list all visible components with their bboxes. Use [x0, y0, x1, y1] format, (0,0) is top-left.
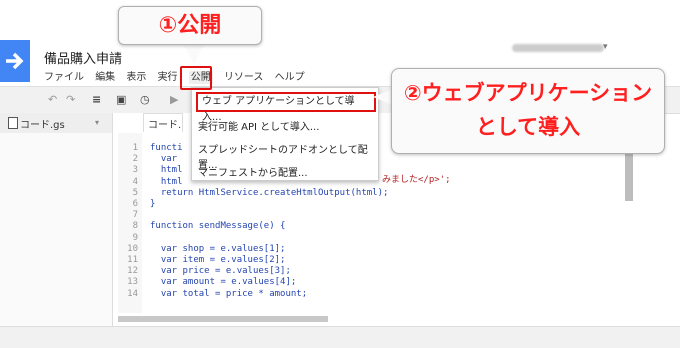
arrow-right-icon [6, 52, 24, 70]
code-line: 5 return HtmlService.createHtmlOutput(ht… [124, 187, 389, 198]
callout-2-pointer [373, 89, 393, 105]
code-text: var price = e.values[3]; [150, 266, 291, 277]
callout-step-2: ②ウェブアプリケーション として導入 [391, 68, 665, 154]
line-number: 2 [132, 154, 138, 165]
code-text: function sendMessage(e) { [150, 221, 286, 232]
code-line: 14 var total = price * amount; [124, 289, 307, 299]
line-number: 14 [127, 288, 138, 299]
callout-step-1: ①公開 [118, 6, 262, 45]
line-number: 6 [132, 199, 138, 209]
triggers-clock-icon[interactable]: ◷ [140, 93, 150, 106]
line-number: 7 [132, 210, 138, 221]
line-number: 12 [127, 266, 138, 277]
code-line: 3 html [124, 165, 183, 175]
line-number: 1 [132, 143, 138, 153]
run-icon[interactable]: ▶ [170, 93, 178, 106]
code-line: 7 [124, 210, 150, 220]
project-title[interactable]: 備品購入申請 [44, 48, 122, 67]
file-caret-icon[interactable]: ▾ [95, 118, 99, 127]
menu-item-deploy-web-app[interactable]: ウェブ アプリケーションとして導入... [196, 92, 376, 123]
callout-2-line-2: として導入 [475, 115, 581, 139]
callout-1-pointer [182, 42, 206, 64]
line-number: 13 [127, 277, 138, 288]
code-text: } [150, 199, 156, 209]
redo-icon[interactable]: ↷ [66, 93, 75, 106]
code-text: var [150, 154, 178, 165]
account-email-blurred[interactable] [512, 44, 604, 52]
menu-resources[interactable]: リソース [224, 72, 264, 83]
code-text: html [150, 165, 183, 176]
menubar: ファイル 編集 表示 実行 公開 リソース ヘルプ [44, 68, 313, 84]
code-text: var amount = e.values[4]; [150, 277, 297, 288]
menu-view[interactable]: 表示 [126, 72, 146, 83]
status-bar [0, 326, 680, 348]
code-line: 9 [124, 233, 150, 243]
code-line: 8 function sendMessage(e) { [124, 221, 286, 232]
editor-tab-label: コード. [148, 120, 182, 131]
account-caret-icon[interactable]: ▾ [603, 42, 608, 52]
undo-icon[interactable]: ↶ [48, 93, 57, 106]
code-line-4-tail: みました</p>'; [382, 175, 451, 185]
menu-item-deploy-api[interactable]: 実行可能 API として導入... [198, 118, 319, 133]
menu-file[interactable]: ファイル [44, 72, 84, 83]
code-text: html [150, 176, 183, 187]
publish-highlight-box [180, 66, 212, 90]
line-number: 11 [127, 255, 138, 265]
code-line: 2 var [124, 154, 178, 165]
code-line: 1 functi [124, 143, 183, 153]
line-number: 9 [132, 232, 138, 243]
apps-script-logo[interactable] [0, 40, 30, 82]
menu-help[interactable]: ヘルプ [275, 72, 305, 83]
line-number: 4 [132, 176, 138, 187]
line-number: 5 [132, 187, 138, 198]
code-text: functi [150, 143, 183, 153]
code-line: 4 html [124, 177, 183, 187]
line-number: 10 [127, 243, 138, 254]
code-line: 11 var item = e.values[2]; [124, 255, 285, 265]
code-line: 6} [124, 199, 156, 209]
menu-run[interactable]: 実行 [158, 72, 178, 83]
publish-dropdown: ウェブ アプリケーションとして導入... 実行可能 API として導入... ス… [191, 87, 379, 181]
line-number: 3 [132, 165, 138, 176]
menu-item-deploy-manifest[interactable]: マニフェストから配置... [198, 164, 308, 179]
file-panel [0, 113, 113, 326]
horizontal-scrollbar[interactable] [118, 316, 328, 322]
code-text: var shop = e.values[1]; [150, 243, 286, 254]
indent-icon[interactable]: ≡ [92, 93, 101, 106]
code-line: 12 var price = e.values[3]; [124, 266, 291, 276]
code-text: return HtmlService.createHtmlOutput(html… [150, 187, 389, 198]
menu-edit[interactable]: 編集 [95, 72, 115, 83]
file-name[interactable]: コード.gs [20, 116, 65, 131]
code-line: 10 var shop = e.values[1]; [124, 244, 285, 254]
code-text: var total = price * amount; [150, 288, 308, 299]
code-line: 13 var amount = e.values[4]; [124, 277, 296, 287]
file-icon [8, 117, 18, 129]
line-number: 8 [132, 221, 138, 232]
save-icon[interactable]: ▣ [116, 93, 126, 106]
code-text: var item = e.values[2]; [150, 255, 286, 265]
callout-2-line-1: ②ウェブアプリケーション [403, 81, 653, 105]
